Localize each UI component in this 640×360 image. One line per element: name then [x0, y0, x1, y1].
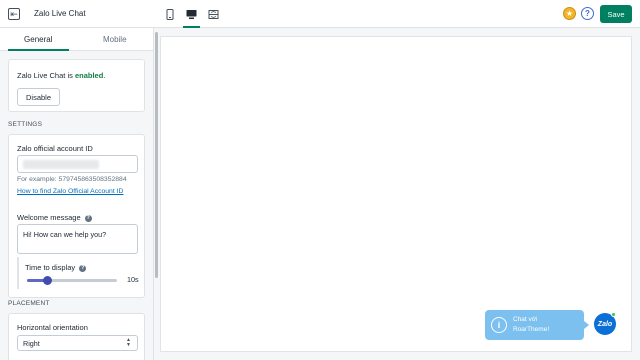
star-icon: ★	[565, 9, 574, 18]
zalo-logo-text: Zalo	[597, 320, 613, 328]
sidebar-scrollbar[interactable]	[155, 32, 158, 278]
status-suffix: .	[103, 71, 106, 80]
desktop-view-button[interactable]	[183, 8, 200, 28]
chat-bubble-text: Chat với RoarTheme!	[513, 315, 549, 335]
help-icon: ?	[585, 9, 590, 18]
select-arrows-icon: ▲ ▼	[126, 337, 131, 348]
find-account-id-link[interactable]: How to find Zalo Official Account ID	[17, 188, 123, 195]
tab-mobile[interactable]: Mobile	[77, 28, 154, 50]
help-button[interactable]: ?	[581, 7, 594, 20]
mobile-icon	[166, 9, 173, 20]
time-to-display-value: 10s	[127, 275, 139, 284]
info-icon: i	[491, 317, 507, 333]
disable-button[interactable]: Disable	[17, 88, 61, 106]
chat-bubble[interactable]: i Chat với RoarTheme!	[485, 310, 589, 340]
preview-canvas: i Chat với RoarTheme! Zalo	[160, 36, 632, 352]
time-to-display-group: Time to display ? 10s	[17, 257, 139, 289]
horizontal-orientation-value: Right	[23, 339, 40, 348]
desktop-icon	[186, 10, 197, 19]
fullscreen-view-button[interactable]	[207, 8, 220, 21]
account-id-label: Zalo official account ID	[17, 144, 93, 153]
account-id-input[interactable]	[17, 155, 138, 173]
device-toggle	[163, 8, 220, 28]
status-text: Zalo Live Chat is enabled.	[17, 71, 105, 80]
mobile-view-button[interactable]	[163, 8, 176, 21]
sidebar-tabs: General Mobile	[0, 28, 153, 51]
horizontal-orientation-label: Horizontal orientation	[17, 323, 88, 332]
online-indicator	[611, 312, 616, 317]
settings-sidebar: General Mobile Zalo Live Chat is enabled…	[0, 28, 154, 360]
status-prefix: Zalo Live Chat is	[17, 71, 75, 80]
chat-bubble-line1: Chat với	[513, 316, 538, 323]
info-icon[interactable]: ?	[84, 214, 92, 222]
status-card: Zalo Live Chat is enabled. Disable	[8, 59, 145, 112]
account-id-help: For example: 579745863508352884	[17, 176, 127, 183]
fullscreen-icon	[208, 10, 219, 19]
time-to-display-label: Time to display ?	[25, 263, 87, 272]
zalo-chat-button[interactable]: Zalo	[594, 312, 616, 335]
placement-section-label: PLACEMENT	[8, 300, 50, 307]
time-to-display-label-text: Time to display	[25, 263, 76, 272]
top-bar: ⇤ Zalo Live Chat ★ ? Save	[0, 0, 640, 28]
chat-bubble-line2: RoarTheme!	[513, 326, 550, 333]
status-state: enabled	[74, 71, 104, 80]
app-title: Zalo Live Chat	[34, 9, 86, 18]
welcome-message-label-text: Welcome message	[17, 213, 81, 222]
welcome-message-label: Welcome message ?	[17, 213, 92, 222]
back-button[interactable]: ⇤	[8, 8, 20, 20]
time-to-display-slider[interactable]	[27, 276, 117, 285]
back-arrow-icon: ⇤	[10, 8, 18, 19]
info-icon[interactable]: ?	[79, 264, 87, 272]
horizontal-orientation-select[interactable]: Right ▲ ▼	[17, 335, 138, 351]
tab-general[interactable]: General	[0, 28, 77, 51]
redacted-value	[23, 160, 99, 169]
star-button[interactable]: ★	[563, 7, 576, 20]
settings-card: Zalo official account ID For example: 57…	[8, 134, 145, 298]
settings-section-label: SETTINGS	[8, 121, 43, 128]
slider-thumb[interactable]	[43, 276, 52, 285]
welcome-message-input[interactable]: Hi! How can we help you?	[17, 224, 138, 254]
placement-card: Horizontal orientation Right ▲ ▼	[8, 313, 145, 360]
save-button[interactable]: Save	[600, 5, 632, 23]
